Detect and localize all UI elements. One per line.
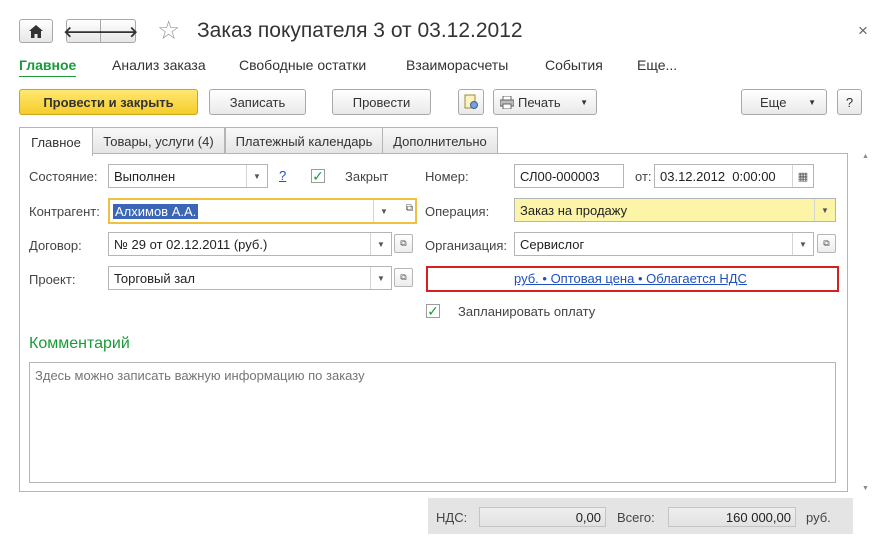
open-icon: ⧉ — [400, 272, 407, 282]
checkmark-icon: ✓ — [427, 303, 439, 319]
total-value: 160 000,00 — [725, 509, 791, 525]
vat-label: НДС: — [436, 510, 468, 525]
tab-payment-calendar[interactable]: Платежный календарь — [225, 127, 383, 154]
contract-select[interactable]: № 29 от 02.12.2011 (руб.) ▼ — [108, 232, 392, 256]
project-open-button[interactable]: ⧉ — [394, 268, 413, 287]
date-field[interactable]: 03.12.2012 0:00:00 ▦ — [654, 164, 814, 188]
help-button[interactable]: ? — [837, 89, 862, 115]
forward-button[interactable]: 🡒 — [97, 19, 139, 43]
chevron-down-icon[interactable]: ▼ — [814, 199, 835, 221]
date-label: от: — [635, 169, 652, 184]
organization-value: Сервислог — [520, 236, 585, 252]
tab-additional-label: Дополнительно — [393, 133, 487, 149]
section-settlements[interactable]: Взаиморасчеты — [406, 57, 508, 73]
window-title: Заказ покупателя 3 от 03.12.2012 — [197, 19, 523, 42]
help-label: ? — [845, 94, 854, 110]
contract-value: № 29 от 02.12.2011 (руб.) — [114, 236, 268, 252]
post-and-close-label: Провести и закрыть — [43, 94, 174, 110]
tab-main-label: Главное — [31, 134, 81, 150]
date-value: 03.12.2012 0:00:00 — [660, 168, 776, 184]
tab-additional[interactable]: Дополнительно — [382, 127, 498, 154]
organization-select[interactable]: Сервислог ▼ — [514, 232, 814, 256]
scroll-down-icon[interactable]: ▼ — [862, 485, 869, 492]
state-label: Состояние: — [29, 169, 98, 184]
post-label: Провести — [352, 94, 411, 110]
section-events[interactable]: События — [545, 57, 603, 73]
tab-goods-label: Товары, услуги (4) — [103, 133, 214, 149]
chevron-down-icon: ▼ — [808, 97, 816, 107]
chevron-down-icon[interactable]: ▼ — [370, 267, 391, 289]
closed-checkbox[interactable]: ✓ — [311, 169, 325, 183]
checkmark-icon: ✓ — [312, 168, 324, 184]
section-main[interactable]: Главное — [19, 57, 77, 77]
chevron-down-icon: ▼ — [580, 97, 588, 107]
price-settings-link[interactable]: руб. • Оптовая цена • Облагается НДС — [514, 271, 747, 286]
arrow-right-icon: 🡒 — [97, 23, 139, 41]
save-label: Записать — [229, 94, 286, 110]
help-hint-link[interactable]: ? — [279, 168, 286, 183]
back-button[interactable]: 🡐 — [63, 19, 104, 43]
plan-payment-checkbox[interactable]: ✓ — [426, 304, 440, 318]
home-button[interactable] — [19, 19, 53, 43]
favorite-star-icon[interactable]: ☆ — [157, 15, 180, 45]
currency-label: руб. — [806, 510, 831, 525]
vertical-scrollbar[interactable]: ▲ ▼ — [862, 153, 872, 492]
chevron-down-icon[interactable]: ▼ — [370, 233, 391, 255]
open-icon: ⧉ — [400, 238, 407, 248]
project-label: Проект: — [29, 272, 76, 287]
open-icon: ⧉ — [823, 238, 830, 248]
counterparty-select[interactable]: Алхимов А.А. ▼ ⧉ — [108, 198, 417, 224]
section-free-stock[interactable]: Свободные остатки — [239, 57, 366, 73]
contract-label: Договор: — [29, 238, 82, 253]
counterparty-label: Контрагент: — [29, 204, 100, 219]
post-and-close-button[interactable]: Провести и закрыть — [19, 89, 198, 115]
close-icon[interactable]: × — [858, 21, 868, 41]
operation-label: Операция: — [425, 204, 490, 219]
project-select[interactable]: Торговый зал ▼ — [108, 266, 392, 290]
vat-total-field: 0,00 — [479, 507, 606, 527]
save-button[interactable]: Записать — [209, 89, 306, 115]
vat-value: 0,00 — [575, 509, 601, 525]
document-settings-button[interactable] — [458, 89, 484, 115]
print-button[interactable]: Печать ▼ — [493, 89, 597, 115]
scroll-up-icon[interactable]: ▲ — [862, 153, 869, 160]
chevron-down-icon[interactable]: ▼ — [246, 165, 267, 187]
grand-total-field: 160 000,00 — [668, 507, 796, 527]
number-value: СЛ00-000003 — [520, 168, 600, 184]
comment-textarea[interactable] — [29, 362, 836, 483]
calendar-icon[interactable]: ▦ — [792, 165, 813, 187]
operation-value: Заказ на продажу — [520, 202, 628, 218]
printer-icon — [500, 95, 514, 109]
number-field[interactable]: СЛ00-000003 — [514, 164, 624, 188]
more-button[interactable]: Еще ▼ — [741, 89, 827, 115]
total-label: Всего: — [617, 510, 655, 525]
comment-title: Комментарий — [29, 335, 130, 352]
chevron-down-icon[interactable]: ▼ — [792, 233, 813, 255]
tab-payment-label: Платежный календарь — [235, 133, 373, 149]
project-value: Торговый зал — [114, 270, 195, 286]
plan-payment-label: Запланировать оплату — [458, 304, 596, 319]
contract-open-button[interactable]: ⧉ — [394, 234, 413, 253]
state-value: Выполнен — [114, 168, 176, 184]
organization-label: Организация: — [425, 238, 508, 253]
operation-select[interactable]: Заказ на продажу ▼ — [514, 198, 836, 222]
open-icon[interactable]: ⧉ — [406, 203, 413, 214]
tab-main[interactable]: Главное — [19, 127, 93, 156]
more-label: Еще — [760, 94, 787, 110]
counterparty-value: Алхимов А.А. — [113, 203, 199, 219]
print-label: Печать — [518, 94, 561, 110]
number-label: Номер: — [425, 169, 469, 184]
section-order-analysis[interactable]: Анализ заказа — [112, 57, 206, 73]
post-button[interactable]: Провести — [332, 89, 431, 115]
organization-open-button[interactable]: ⧉ — [817, 234, 836, 253]
state-select[interactable]: Выполнен ▼ — [108, 164, 268, 188]
document-gear-icon — [464, 94, 478, 109]
closed-label: Закрыт — [345, 169, 389, 184]
tab-goods-services[interactable]: Товары, услуги (4) — [92, 127, 225, 154]
section-more[interactable]: Еще... — [637, 57, 677, 73]
chevron-down-icon[interactable]: ▼ — [373, 200, 394, 222]
home-icon — [29, 24, 43, 38]
